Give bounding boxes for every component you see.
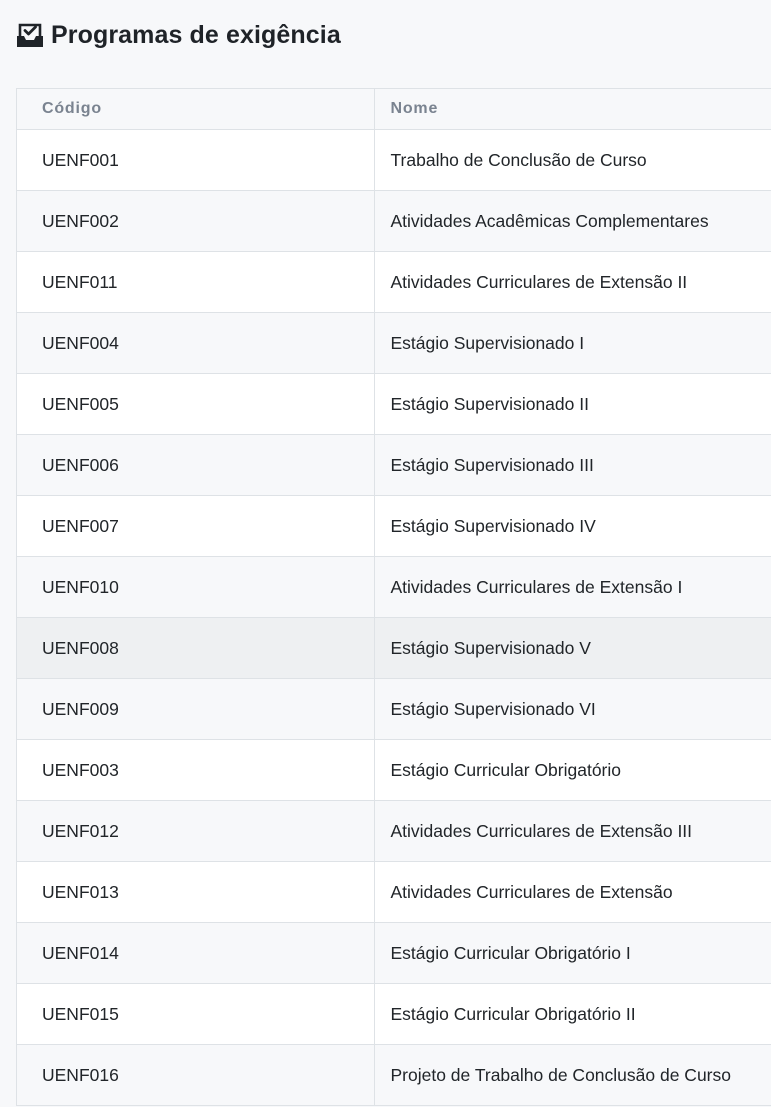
page: Programas de exigência Código Nome UENF0…: [0, 0, 771, 1107]
column-header-name[interactable]: Nome: [373, 89, 771, 130]
table-row[interactable]: UENF001 Trabalho de Conclusão de Curso: [17, 129, 771, 191]
cell-name: Estágio Curricular Obrigatório I: [373, 922, 771, 984]
cell-code: UENF009: [17, 678, 374, 740]
table-row[interactable]: UENF011 Atividades Curriculares de Extens…: [17, 251, 771, 313]
cell-name: Atividades Curriculares de Extensão I: [373, 556, 771, 618]
table-row[interactable]: UENF009 Estágio Supervisionado VI: [17, 678, 771, 740]
requirements-table: Código Nome UENF001 Trabalho de Conclusão…: [16, 88, 771, 1106]
page-title: Programas de exigência: [51, 20, 341, 49]
cell-name: Trabalho de Conclusão de Curso: [373, 129, 771, 191]
table-row[interactable]: UENF004 Estágio Supervisionado I: [17, 312, 771, 374]
cell-code: UENF001: [17, 129, 374, 191]
table-row[interactable]: UENF016 Projeto de Trabalho de Conclusão …: [17, 1044, 771, 1105]
table-row[interactable]: UENF003 Estágio Curricular Obrigatório: [17, 739, 771, 801]
table-row[interactable]: UENF012 Atividades Curriculares de Extens…: [17, 800, 771, 862]
table-row[interactable]: UENF015 Estágio Curricular Obrigatório II: [17, 983, 771, 1045]
cell-name: Estágio Supervisionado VI: [373, 678, 771, 740]
cell-name: Atividades Curriculares de Extensão III: [373, 800, 771, 862]
table-row[interactable]: UENF002 Atividades Acadêmicas Complementa…: [17, 190, 771, 252]
cell-code: UENF004: [17, 312, 374, 374]
cell-code: UENF011: [17, 251, 374, 313]
cell-code: UENF010: [17, 556, 374, 618]
table-row[interactable]: UENF007 Estágio Supervisionado IV: [17, 495, 771, 557]
cell-code: UENF003: [17, 739, 374, 801]
cell-name: Projeto de Trabalho de Conclusão de Curs…: [373, 1044, 771, 1105]
cell-code: UENF012: [17, 800, 374, 862]
cell-name: Atividades Curriculares de Extensão II: [373, 251, 771, 313]
cell-code: UENF013: [17, 861, 374, 923]
cell-name: Atividades Acadêmicas Complementares: [373, 190, 771, 252]
cell-code: UENF002: [17, 190, 374, 252]
table-row[interactable]: UENF013 Atividades Curriculares de Extens…: [17, 861, 771, 923]
column-header-code[interactable]: Código: [17, 89, 374, 130]
cell-name: Estágio Supervisionado III: [373, 434, 771, 496]
cell-code: UENF016: [17, 1044, 374, 1105]
table-row[interactable]: UENF005 Estágio Supervisionado II: [17, 373, 771, 435]
cell-name: Estágio Supervisionado IV: [373, 495, 771, 557]
cell-code: UENF007: [17, 495, 374, 557]
table-row[interactable]: UENF008 Estágio Supervisionado V: [17, 617, 771, 679]
cell-name: Estágio Curricular Obrigatório II: [373, 983, 771, 1045]
table-row[interactable]: UENF010 Atividades Curriculares de Extens…: [17, 556, 771, 618]
cell-name: Estágio Supervisionado V: [373, 617, 771, 679]
cell-name: Estágio Curricular Obrigatório: [373, 739, 771, 801]
cell-name: Atividades Curriculares de Extensão: [373, 861, 771, 923]
cell-name: Estágio Supervisionado I: [373, 312, 771, 374]
cell-code: UENF006: [17, 434, 374, 496]
cell-code: UENF008: [17, 617, 374, 679]
cell-code: UENF005: [17, 373, 374, 435]
cell-code: UENF015: [17, 983, 374, 1045]
table-header-row: Código Nome: [17, 89, 771, 130]
inbox-check-icon: [16, 21, 44, 49]
cell-code: UENF014: [17, 922, 374, 984]
table-row[interactable]: UENF006 Estágio Supervisionado III: [17, 434, 771, 496]
page-header: Programas de exigência: [16, 19, 341, 51]
cell-name: Estágio Supervisionado II: [373, 373, 771, 435]
table-row[interactable]: UENF014 Estágio Curricular Obrigatório I: [17, 922, 771, 984]
